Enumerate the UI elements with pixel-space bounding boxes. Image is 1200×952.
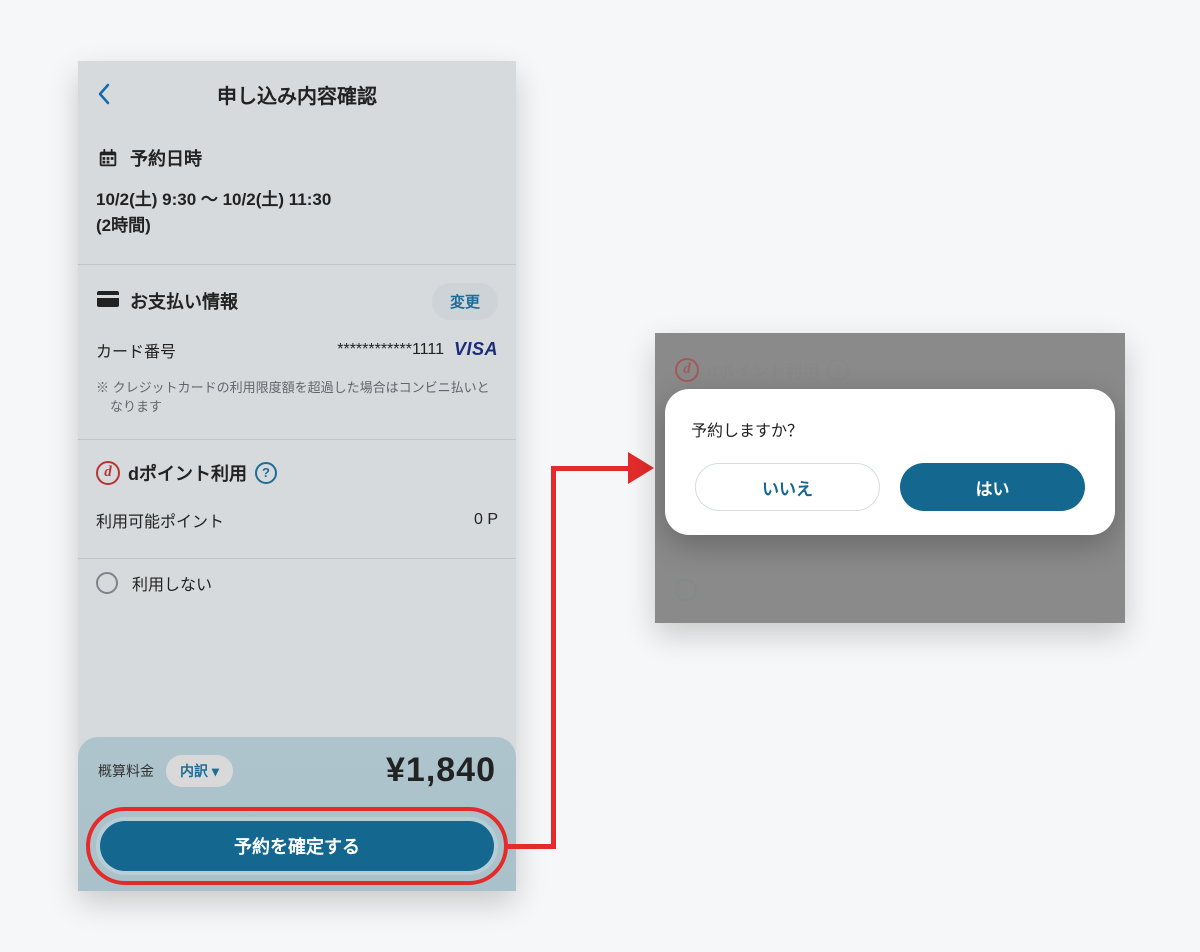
flow-arrow-head-icon bbox=[628, 452, 654, 484]
flow-arrow bbox=[508, 844, 554, 849]
radio-icon bbox=[675, 579, 697, 601]
available-points-row: 利用可能ポイント 0 P bbox=[78, 498, 516, 558]
bg-dpoint-text: dポイント利用 bbox=[707, 357, 819, 382]
dpoint-heading: d dポイント利用 ? bbox=[78, 440, 516, 498]
topbar: 申し込み内容確認 bbox=[78, 61, 516, 127]
confirmation-screen: 申し込み内容確認 予約日時 10/2(土) 9:30 〜 10/2(土) 11:… bbox=[78, 61, 516, 891]
bottom-sheet: 概算料金 内訳 ▾ ¥1,840 予約を確定する bbox=[78, 737, 516, 891]
schedule-line1: 10/2(土) 9:30 〜 10/2(土) 11:30 bbox=[96, 187, 498, 213]
bg-radio bbox=[675, 579, 697, 601]
payment-note: ※ クレジットカードの利用限度額を超過した場合はコンビニ払いとなります bbox=[78, 374, 516, 439]
dpoint-heading-text: dポイント利用 bbox=[128, 460, 247, 486]
confirm-dialog: 予約しますか？ いいえ はい bbox=[665, 389, 1115, 535]
price-value: ¥1,840 bbox=[386, 751, 496, 790]
radio-icon bbox=[96, 572, 118, 594]
confirm-reservation-button[interactable]: 予約を確定する bbox=[100, 821, 494, 871]
card-label: カード番号 bbox=[96, 338, 176, 362]
breakdown-button[interactable]: 内訳 ▾ bbox=[166, 755, 233, 787]
page-title: 申し込み内容確認 bbox=[92, 80, 502, 109]
change-button[interactable]: 変更 bbox=[432, 283, 498, 320]
available-points-label: 利用可能ポイント bbox=[96, 508, 224, 532]
breakdown-label: 内訳 ▾ bbox=[180, 761, 219, 781]
estimate-label: 概算料金 bbox=[98, 761, 154, 781]
available-points-value: 0 P bbox=[474, 511, 498, 529]
payment-heading: お支払い情報 bbox=[96, 288, 238, 314]
card-row: カード番号 ************1111 VISA bbox=[78, 330, 516, 374]
card-number: ************1111 bbox=[337, 341, 444, 359]
flow-arrow bbox=[551, 466, 633, 471]
dpoint-icon: d bbox=[96, 461, 120, 485]
help-icon[interactable]: ? bbox=[255, 462, 277, 484]
dialog-question: 予約しますか？ bbox=[691, 417, 1089, 441]
schedule-text: 10/2(土) 9:30 〜 10/2(土) 11:30 (2時間) bbox=[78, 181, 516, 264]
dpoint-icon: d bbox=[675, 358, 699, 382]
help-icon: ? bbox=[827, 359, 849, 381]
dialog-yes-button[interactable]: はい bbox=[900, 463, 1085, 511]
bg-dpoint-heading: d dポイント利用 ? bbox=[675, 357, 849, 382]
dpoint-radio-label: 利用しない bbox=[132, 571, 212, 595]
schedule-heading-text: 予約日時 bbox=[130, 145, 202, 171]
flow-arrow bbox=[551, 466, 556, 849]
schedule-line2: (2時間) bbox=[96, 213, 498, 239]
visa-icon: VISA bbox=[454, 339, 498, 360]
dialog-no-button[interactable]: いいえ bbox=[695, 463, 880, 511]
card-icon bbox=[96, 289, 120, 314]
calendar-icon bbox=[96, 146, 120, 170]
schedule-heading: 予約日時 bbox=[78, 127, 516, 181]
confirmation-dialog-screen: d dポイント利用 ? 予約しますか？ いいえ はい bbox=[655, 333, 1125, 623]
payment-heading-text: お支払い情報 bbox=[130, 288, 238, 314]
dpoint-radio-row[interactable]: 利用しない bbox=[78, 559, 516, 623]
